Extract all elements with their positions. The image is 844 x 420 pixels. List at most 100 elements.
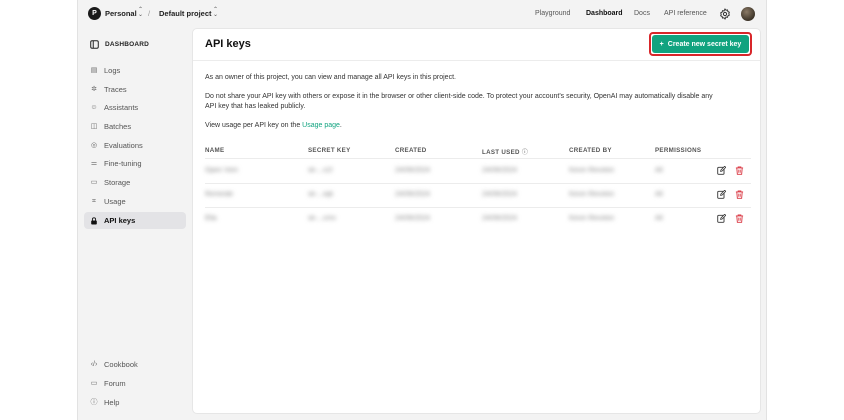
edit-icon[interactable] [717,166,726,175]
created-by: Kevin Revolon [569,215,615,222]
column-header-name: NAME [205,147,225,154]
permissions: All [655,167,663,174]
nav-playground[interactable]: Playground [535,10,570,17]
permissions: All [655,215,663,222]
sidebar: DASHBOARD ▤ Logs ✲ Traces ☺ Assistants ◫… [78,28,192,420]
evaluations-icon: ◎ [90,141,98,149]
chevron-updown-icon[interactable]: ⌃ ⌄ [138,7,143,18]
row-divider [205,183,751,184]
created-by: Kevin Revolon [569,191,615,198]
column-header-secret-key: SECRET KEY [308,147,351,154]
secret-key: sk-...cmv [308,215,336,222]
last-used-date: 24/09/2024 [482,191,518,198]
secret-key: sk-...wjk [308,191,334,198]
column-header-permissions: PERMISSIONS [655,147,702,154]
sidebar-item-label: Logs [104,66,121,75]
sidebar-item-forum[interactable]: ▭ Forum [90,379,126,388]
sidebar-item-label: Evaluations [104,141,143,150]
org-avatar[interactable]: P [88,7,101,20]
sidebar-item-batches[interactable]: ◫ Batches [84,118,186,135]
sidebar-item-cookbook[interactable]: ‹/› Cookbook [90,360,138,369]
permissions: All [655,191,663,198]
nav-api-reference[interactable]: API reference [664,10,707,17]
code-icon: ‹/› [90,360,98,368]
trash-icon[interactable] [735,190,744,199]
sidebar-item-fine-tuning[interactable]: ⚌ Fine-tuning [84,155,186,172]
column-header-label: LAST USED [482,149,520,156]
sidebar-title: DASHBOARD [105,41,150,48]
key-name: Ella [205,215,217,222]
trash-icon[interactable] [735,166,744,175]
sidebar-item-traces[interactable]: ✲ Traces [84,81,186,98]
edit-icon[interactable] [717,190,726,199]
edit-icon[interactable] [717,214,726,223]
usage-text-suffix: . [339,122,342,129]
usage-text-prefix: View usage per API key on the [205,122,303,129]
column-header-last-used: LAST USED ⓘ [482,147,528,156]
top-bar: P Personal ⌃ ⌄ / Default project ⌃ ⌄ Playg… [78,0,766,28]
usage-icon: ⌗ [92,197,96,205]
assistants-icon: ☺ [90,103,98,111]
sidebar-item-label: Assistants [104,103,139,112]
usage-page-link[interactable]: Usage page [302,122,340,129]
created-date: 24/09/2024 [395,191,431,198]
sidebar-item-label: Help [104,398,120,407]
sidebar-item-usage[interactable]: ⌗ Usage [84,193,186,210]
forum-icon: ▭ [90,379,98,387]
sidebar-item-label: API keys [104,216,136,225]
description-owner: As an owner of this project, you can vie… [205,74,456,81]
create-button-label: Create new secret key [667,40,742,48]
column-header-created: CREATED [395,147,427,154]
storage-icon: ▭ [90,178,98,186]
row-divider [205,207,751,208]
main-panel: API keys + Create new secret key As an o… [192,28,761,414]
sidebar-item-api-keys[interactable]: API keys [84,212,186,229]
key-name: Reminde [205,191,234,198]
last-used-date: 24/09/2024 [482,215,518,222]
created-date: 24/09/2024 [395,215,431,222]
settings-gear-icon[interactable] [719,8,731,20]
nav-docs[interactable]: Docs [634,10,650,17]
sidebar-item-label: Batches [104,122,132,131]
last-used-date: 24/09/2024 [482,167,518,174]
sidebar-item-assistants[interactable]: ☺ Assistants [84,99,186,116]
sidebar-item-label: Storage [104,178,131,187]
page-title: API keys [205,38,251,50]
info-icon[interactable]: ⓘ [522,149,529,156]
sidebar-item-label: Cookbook [104,360,138,369]
plus-icon: + [659,40,664,48]
sidebar-panel-icon[interactable] [90,40,99,49]
created-date: 24/09/2024 [395,167,431,174]
org-switcher[interactable]: Personal [105,9,137,18]
created-by: Kevin Revolon [569,167,615,174]
description-warning-2: API key that has leaked publicly. [205,103,306,110]
nav-dashboard[interactable]: Dashboard [586,10,623,17]
create-secret-key-button[interactable]: + Create new secret key [652,35,749,53]
sidebar-item-label: Usage [104,197,126,206]
panel-header: API keys + Create new secret key [193,29,760,61]
key-name: Open Vom [205,167,239,174]
right-border [766,0,767,420]
sidebar-item-logs[interactable]: ▤ Logs [84,62,186,79]
sidebar-item-storage[interactable]: ▭ Storage [84,174,186,191]
sidebar-item-label: Fine-tuning [104,159,142,168]
project-switcher[interactable]: Default project [159,9,212,18]
help-icon: ⓘ [90,398,98,406]
app-window: P Personal ⌃ ⌄ / Default project ⌃ ⌄ Playg… [78,0,766,420]
key-lock-icon [91,216,97,224]
secret-key: sk-...s1f [308,167,333,174]
chevron-updown-icon[interactable]: ⌃ ⌄ [213,7,218,18]
user-avatar[interactable] [741,7,755,21]
traces-icon: ✲ [91,85,97,93]
description-usage: View usage per API key on the Usage page… [205,121,342,131]
trash-icon[interactable] [735,214,744,223]
column-header-created-by: CREATED BY [569,147,612,154]
sidebar-item-label: Forum [104,379,126,388]
logs-icon: ▤ [90,66,98,74]
sidebar-header: DASHBOARD [90,40,149,49]
sidebar-item-help[interactable]: ⓘ Help [90,398,120,407]
row-divider [205,158,751,159]
sidebar-item-evaluations[interactable]: ◎ Evaluations [84,137,186,154]
sidebar-item-label: Traces [104,85,127,94]
breadcrumb-separator: / [148,9,151,18]
